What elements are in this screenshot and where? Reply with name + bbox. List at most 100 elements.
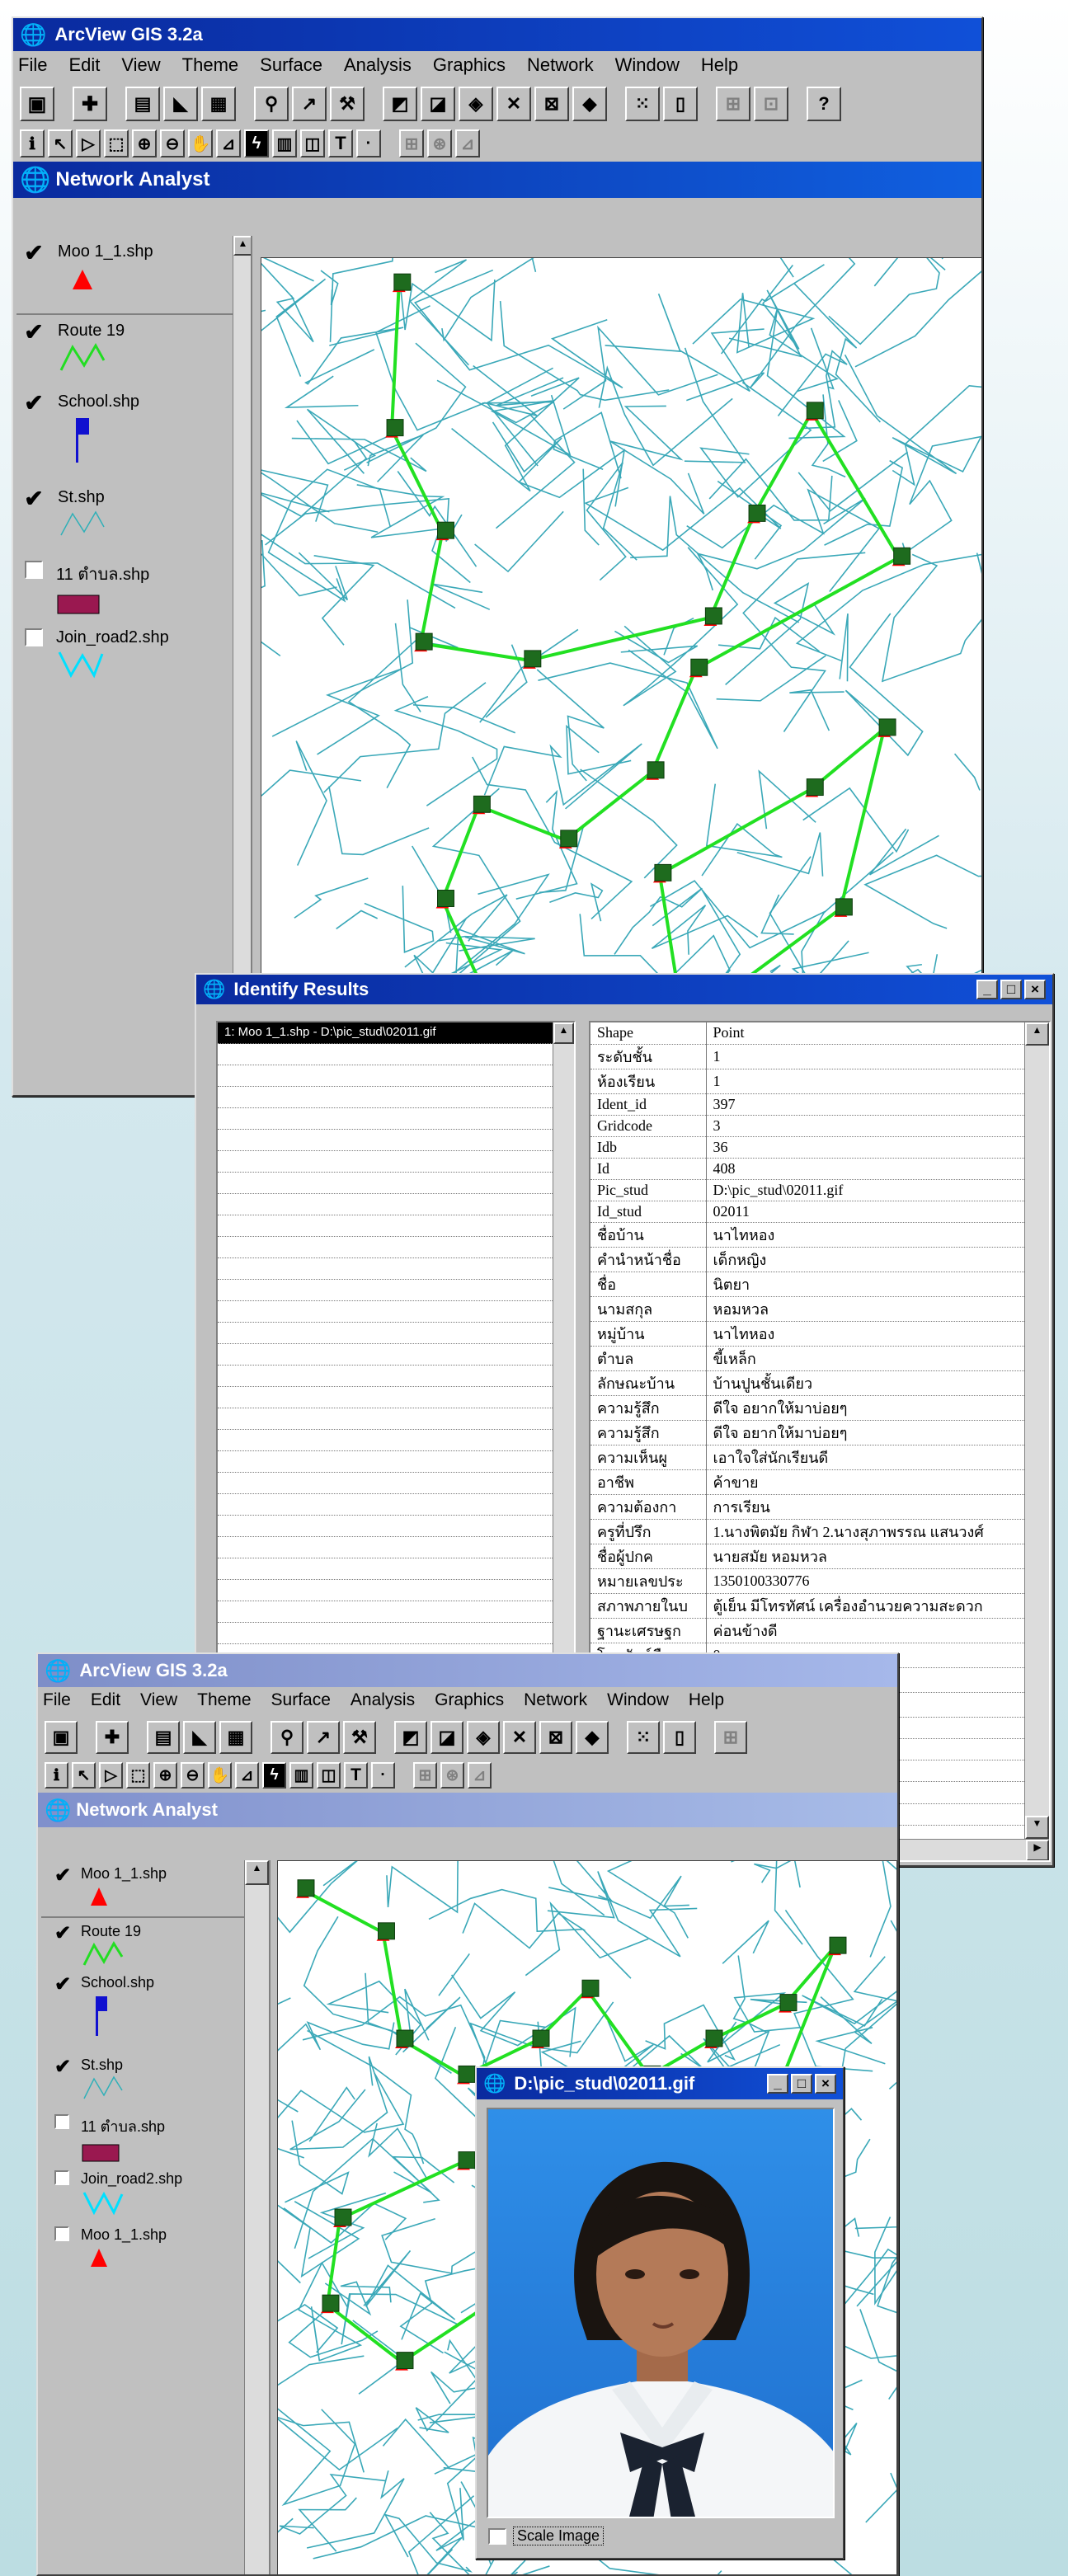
toc-layer-school[interactable]: ✔ School.shp [41, 1974, 244, 2057]
query-builder-icon[interactable]: ⚒ [330, 87, 365, 121]
menu-file[interactable]: File [18, 54, 47, 79]
menu-help[interactable]: Help [689, 1690, 724, 1713]
zoom-active-icon[interactable]: ◪ [430, 1721, 463, 1754]
zoom-out-fixed-icon[interactable]: ⊠ [534, 87, 569, 121]
close-button[interactable]: × [815, 2074, 836, 2094]
open-table-icon[interactable]: ▦ [201, 87, 236, 121]
layer-checkbox[interactable]: ✔ [53, 1974, 73, 1999]
pan-tool-icon[interactable]: ✋ [188, 129, 213, 157]
save-icon[interactable]: ▣ [20, 87, 54, 121]
edit-legend-icon[interactable]: ◣ [163, 87, 198, 121]
network-tool-b-icon[interactable]: ⊡ [754, 87, 788, 121]
scroll-up-icon[interactable]: ▲ [245, 1860, 269, 1885]
layer-checkbox[interactable] [25, 561, 43, 579]
toc-layer-st[interactable]: ✔ St.shp [16, 487, 233, 561]
toc-layer-joinroad[interactable]: Join_road2.shp [41, 2170, 244, 2226]
layer-checkbox[interactable] [25, 628, 43, 646]
save-icon[interactable]: ▣ [45, 1721, 78, 1754]
clear-selection-icon[interactable]: ▯ [663, 87, 698, 121]
find-icon[interactable]: ⚲ [271, 1721, 303, 1754]
select-by-theme-icon[interactable]: ⁙ [625, 87, 660, 121]
menu-analysis[interactable]: Analysis [351, 1690, 415, 1713]
zoom-selected-icon[interactable]: ◈ [467, 1721, 500, 1754]
network-tool-c-icon[interactable]: ⊞ [413, 1762, 437, 1789]
scroll-right-icon[interactable]: ▶ [1026, 1840, 1049, 1860]
menu-surface[interactable]: Surface [260, 54, 322, 79]
scroll-down-icon[interactable]: ▼ [1025, 1816, 1049, 1839]
toc-scrollbar[interactable]: ▲ [233, 236, 251, 1093]
map-display[interactable] [261, 257, 983, 1097]
zoom-in-tool-icon[interactable]: ⊕ [153, 1762, 177, 1789]
network-tool-e-icon[interactable]: ⊿ [468, 1762, 492, 1789]
toc-layer-tambon[interactable]: 11 ตำบล.shp [41, 2114, 244, 2170]
toc-scrollbar[interactable]: ▲ [244, 1860, 269, 2574]
zoom-full-icon[interactable]: ◩ [383, 87, 417, 121]
pointer-tool-icon[interactable]: ↖ [48, 129, 73, 157]
view-titlebar[interactable]: 🌐 Network Analyst [13, 162, 981, 198]
menu-window[interactable]: Window [615, 54, 680, 79]
menu-edit[interactable]: Edit [91, 1690, 120, 1713]
menu-network[interactable]: Network [527, 54, 594, 79]
zoom-previous-icon[interactable]: ◆ [576, 1721, 609, 1754]
toc-layer-route19[interactable]: ✔ Route 19 [16, 315, 233, 389]
menu-analysis[interactable]: Analysis [344, 54, 412, 79]
measure-tool-icon[interactable]: ⊿ [235, 1762, 259, 1789]
text-tool-icon[interactable]: T [344, 1762, 368, 1789]
measure-tool-icon[interactable]: ⊿ [216, 129, 241, 157]
draw-point-tool-icon[interactable]: · [371, 1762, 395, 1789]
minimize-button[interactable]: _ [976, 980, 998, 999]
zoom-active-icon[interactable]: ◪ [421, 87, 455, 121]
maximize-button[interactable]: □ [791, 2074, 812, 2094]
menu-window[interactable]: Window [607, 1690, 669, 1713]
text-tool-icon[interactable]: T [328, 129, 353, 157]
toc-layer-moo[interactable]: ✔ Moo 1_1.shp [41, 1860, 244, 1918]
select-feature-tool-icon[interactable]: ⬚ [104, 129, 129, 157]
layer-checkbox[interactable]: ✔ [53, 1865, 73, 1890]
query-builder-icon[interactable]: ⚒ [343, 1721, 376, 1754]
close-button[interactable]: × [1024, 980, 1046, 999]
maximize-button[interactable]: □ [1000, 980, 1022, 999]
scale-image-checkbox[interactable] [488, 2527, 506, 2545]
scale-image-label[interactable]: Scale Image [513, 2527, 605, 2545]
scroll-up-icon[interactable]: ▲ [1025, 1022, 1049, 1046]
toc-layer-tambon[interactable]: 11 ตำบล.shp [16, 561, 233, 628]
network-tool-e-icon[interactable]: ⊿ [455, 129, 480, 157]
menu-file[interactable]: File [43, 1690, 71, 1713]
zoom-in-tool-icon[interactable]: ⊕ [132, 129, 157, 157]
layer-checkbox[interactable]: ✔ [21, 242, 46, 267]
zoom-out-tool-icon[interactable]: ⊖ [181, 1762, 205, 1789]
hotlink-tool-icon[interactable]: ϟ [244, 129, 269, 157]
select-by-theme-icon[interactable]: ⁙ [627, 1721, 660, 1754]
app-titlebar-inactive[interactable]: 🌐 ArcView GIS 3.2a [38, 1654, 897, 1687]
find-icon[interactable]: ⚲ [254, 87, 289, 121]
vertex-edit-tool-icon[interactable]: ▷ [99, 1762, 123, 1789]
network-tool-d-icon[interactable]: ⊛ [427, 129, 452, 157]
pan-tool-icon[interactable]: ✋ [208, 1762, 232, 1789]
menu-theme[interactable]: Theme [182, 54, 238, 79]
toc-layer-joinroad[interactable]: Join_road2.shp [16, 628, 233, 694]
locate-icon[interactable]: ↗ [307, 1721, 340, 1754]
network-tool-d-icon[interactable]: ⊛ [440, 1762, 464, 1789]
layer-checkbox[interactable] [54, 2114, 69, 2129]
toc-layer-route19[interactable]: ✔ Route 19 [41, 1918, 244, 1974]
menu-help[interactable]: Help [701, 54, 738, 79]
theme-properties-icon[interactable]: ▤ [125, 87, 160, 121]
menu-network[interactable]: Network [524, 1690, 587, 1713]
layer-checkbox[interactable]: ✔ [53, 2057, 73, 2081]
network-tool-a-icon[interactable]: ⊞ [716, 87, 750, 121]
network-tool-a-icon[interactable]: ⊞ [714, 1721, 747, 1754]
minimize-button[interactable]: _ [767, 2074, 788, 2094]
open-table-icon[interactable]: ▦ [219, 1721, 252, 1754]
identify-tool-icon[interactable]: ℹ [20, 129, 45, 157]
zoom-previous-icon[interactable]: ◆ [572, 87, 607, 121]
select-feature-tool-icon[interactable]: ⬚ [126, 1762, 150, 1789]
road-network-map[interactable] [261, 258, 983, 1097]
toc-layer-moo-2[interactable]: Moo 1_1.shp [41, 2226, 244, 2282]
network-tool-c-icon[interactable]: ⊞ [399, 129, 424, 157]
add-theme-icon[interactable]: ✚ [73, 87, 107, 121]
zoom-selected-icon[interactable]: ◈ [459, 87, 493, 121]
area-of-interest-tool-icon[interactable]: ▥ [272, 129, 297, 157]
menu-view[interactable]: View [121, 54, 160, 79]
app-titlebar[interactable]: 🌐 ArcView GIS 3.2a [13, 18, 981, 51]
layer-checkbox[interactable]: ✔ [53, 1923, 73, 1948]
